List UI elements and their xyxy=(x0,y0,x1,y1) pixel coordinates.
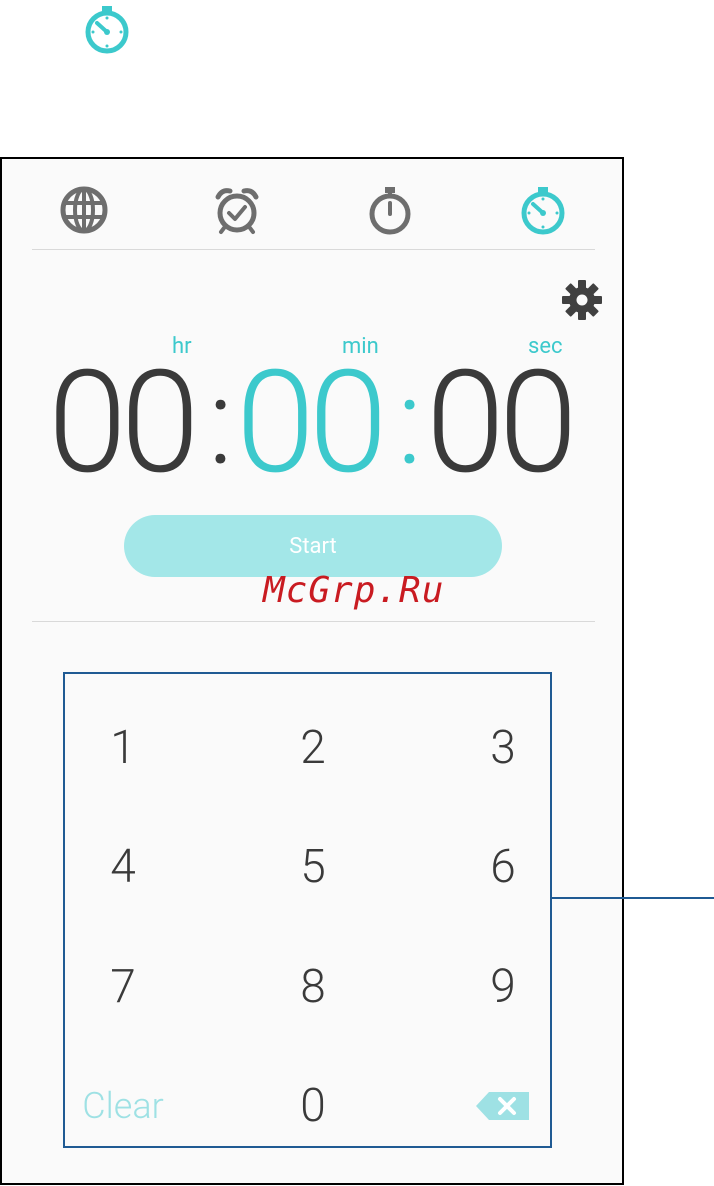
key-5[interactable]: 5 xyxy=(253,822,373,912)
minutes-display[interactable]: 00 xyxy=(236,352,388,494)
seconds-display[interactable]: 00 xyxy=(426,352,578,494)
globe-icon xyxy=(60,186,108,234)
key-7[interactable]: 7 xyxy=(63,942,183,1032)
key-4[interactable]: 4 xyxy=(63,822,183,912)
separator: : xyxy=(208,353,234,493)
stopwatch-icon xyxy=(369,187,411,235)
alarm-clock-icon xyxy=(215,188,259,234)
keypad-divider xyxy=(32,621,595,622)
separator: : xyxy=(397,353,423,493)
timer-icon xyxy=(521,187,565,235)
key-0[interactable]: 0 xyxy=(253,1061,373,1151)
key-8[interactable]: 8 xyxy=(253,942,373,1032)
tabs-divider xyxy=(32,249,595,250)
backspace-button[interactable] xyxy=(443,1061,563,1151)
watermark: McGrp.Ru xyxy=(263,570,445,611)
key-9[interactable]: 9 xyxy=(443,942,563,1032)
start-button[interactable]: Start xyxy=(124,515,502,577)
tab-stopwatch[interactable] xyxy=(360,180,420,240)
tab-alarm[interactable] xyxy=(207,180,267,240)
timer-icon xyxy=(80,2,134,56)
hours-display[interactable]: 00 xyxy=(48,352,200,494)
tab-timer[interactable] xyxy=(513,180,573,240)
tab-world-clock[interactable] xyxy=(54,180,114,240)
key-1[interactable]: 1 xyxy=(63,703,183,793)
gear-icon[interactable] xyxy=(558,276,606,324)
callout-line xyxy=(552,897,714,899)
backspace-icon xyxy=(476,1092,529,1120)
key-2[interactable]: 2 xyxy=(253,703,373,793)
key-6[interactable]: 6 xyxy=(443,822,563,912)
key-3[interactable]: 3 xyxy=(443,703,563,793)
clear-button[interactable]: Clear xyxy=(63,1061,183,1151)
